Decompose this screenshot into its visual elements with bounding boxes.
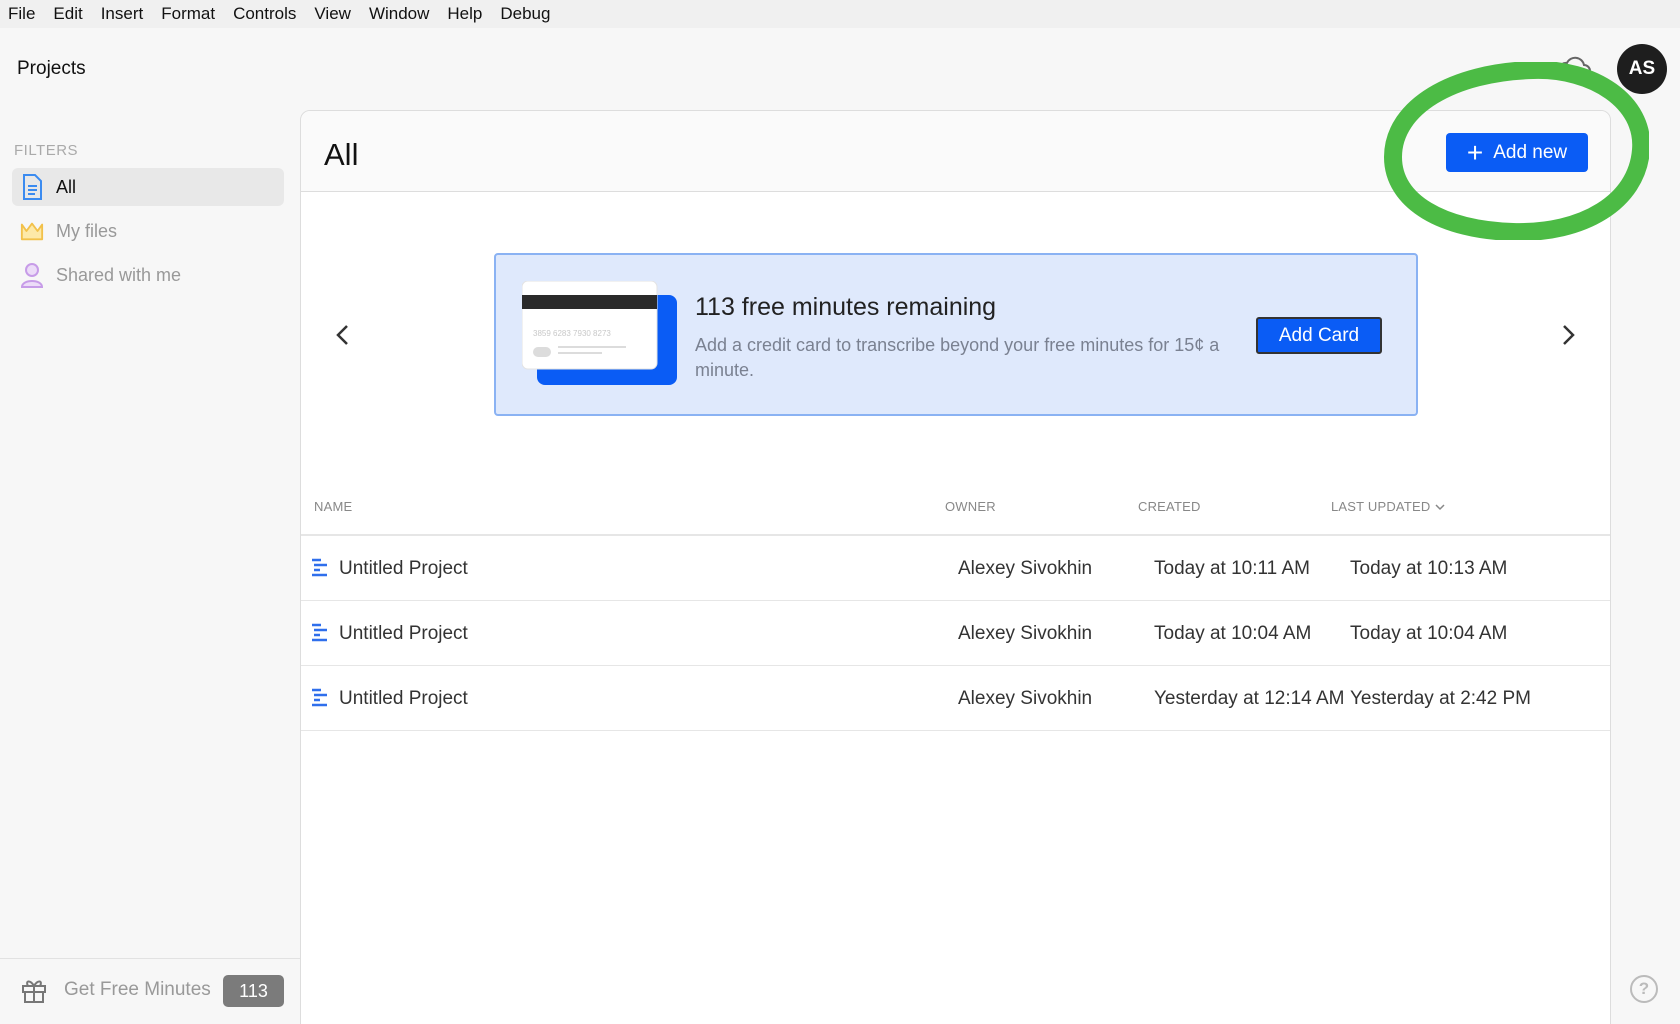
project-icon	[312, 688, 327, 707]
chevron-left-icon[interactable]	[329, 321, 357, 349]
cloud-icon[interactable]	[1556, 52, 1592, 82]
person-icon	[20, 262, 44, 288]
table-row[interactable]: Untitled Project Alexey Sivokhin Today a…	[301, 536, 1610, 601]
sidebar-item-shared-with-me[interactable]: Shared with me	[12, 256, 284, 294]
table-row[interactable]: Untitled Project Alexey Sivokhin Yesterd…	[301, 666, 1610, 731]
menu-file[interactable]: File	[8, 4, 35, 24]
card-number: 3859 6283 7930 8273	[533, 329, 611, 338]
banner-description: Add a credit card to transcribe beyond y…	[695, 335, 1220, 380]
main-header: All + Add new	[301, 111, 1610, 192]
row-name: Untitled Project	[339, 558, 468, 579]
add-new-button[interactable]: + Add new	[1446, 133, 1588, 172]
row-name: Untitled Project	[339, 688, 468, 709]
chevron-down-icon	[1435, 503, 1445, 510]
sidebar-item-label: Shared with me	[56, 264, 182, 285]
row-created: Today at 10:04 AM	[1154, 623, 1312, 644]
menu-window[interactable]: Window	[369, 4, 429, 24]
menu-debug[interactable]: Debug	[500, 4, 550, 24]
add-card-button[interactable]: Add Card	[1256, 317, 1382, 354]
free-minutes-banner: 3859 6283 7930 8273 113 free minutes rem…	[494, 253, 1418, 416]
free-minutes-badge: 113	[223, 975, 284, 1007]
column-header-name[interactable]: NAME	[314, 499, 352, 514]
row-updated: Yesterday at 2:42 PM	[1350, 688, 1531, 709]
sidebar-item-my-files[interactable]: My files	[12, 212, 284, 250]
menu-bar: File Edit Insert Format Controls View Wi…	[0, 0, 1680, 28]
row-owner: Alexey Sivokhin	[958, 558, 1093, 579]
banner-title: 113 free minutes remaining	[695, 293, 997, 321]
chevron-right-icon[interactable]	[1554, 321, 1582, 349]
column-header-last-updated[interactable]: LAST UPDATED	[1331, 499, 1446, 514]
row-updated: Today at 10:13 AM	[1350, 558, 1508, 579]
add-new-label: Add new	[1493, 141, 1568, 163]
column-header-owner[interactable]: OWNER	[945, 499, 996, 514]
row-created: Yesterday at 12:14 AM	[1154, 688, 1345, 709]
menu-controls[interactable]: Controls	[233, 4, 296, 24]
row-owner: Alexey Sivokhin	[958, 688, 1093, 709]
sidebar-item-label: My files	[56, 220, 118, 241]
project-icon	[312, 623, 327, 642]
help-icon[interactable]: ?	[1630, 975, 1658, 1003]
page-title: All	[324, 137, 359, 172]
column-header-created[interactable]: CREATED	[1138, 499, 1201, 514]
gift-icon	[22, 980, 46, 1003]
main-panel: All + Add new 3859 6283 7930 8273 113 fr…	[300, 110, 1611, 1024]
crown-icon	[20, 218, 44, 244]
menu-help[interactable]: Help	[447, 4, 482, 24]
column-header-last-updated-label: LAST UPDATED	[1331, 499, 1431, 514]
document-icon	[20, 174, 44, 200]
sidebar-divider	[0, 958, 300, 959]
table-row[interactable]: Untitled Project Alexey Sivokhin Today a…	[301, 601, 1610, 666]
row-name: Untitled Project	[339, 623, 468, 644]
row-created: Today at 10:11 AM	[1154, 558, 1310, 579]
plus-icon: +	[1466, 136, 1484, 168]
menu-edit[interactable]: Edit	[53, 4, 82, 24]
credit-card-icon: 3859 6283 7930 8273	[522, 281, 677, 385]
row-updated: Today at 10:04 AM	[1350, 623, 1508, 644]
project-icon	[312, 558, 327, 577]
row-owner: Alexey Sivokhin	[958, 623, 1093, 644]
menu-insert[interactable]: Insert	[101, 4, 144, 24]
menu-view[interactable]: View	[314, 4, 351, 24]
avatar[interactable]: AS	[1617, 44, 1667, 94]
sidebar-item-label: All	[56, 176, 77, 197]
get-free-minutes-label: Get Free Minutes	[64, 979, 211, 1000]
menu-format[interactable]: Format	[161, 4, 215, 24]
get-free-minutes-link[interactable]: Get Free Minutes	[20, 976, 211, 1004]
filters-label: FILTERS	[14, 142, 79, 159]
app-title: Projects	[17, 58, 86, 79]
sidebar-item-all[interactable]: All	[12, 168, 284, 206]
